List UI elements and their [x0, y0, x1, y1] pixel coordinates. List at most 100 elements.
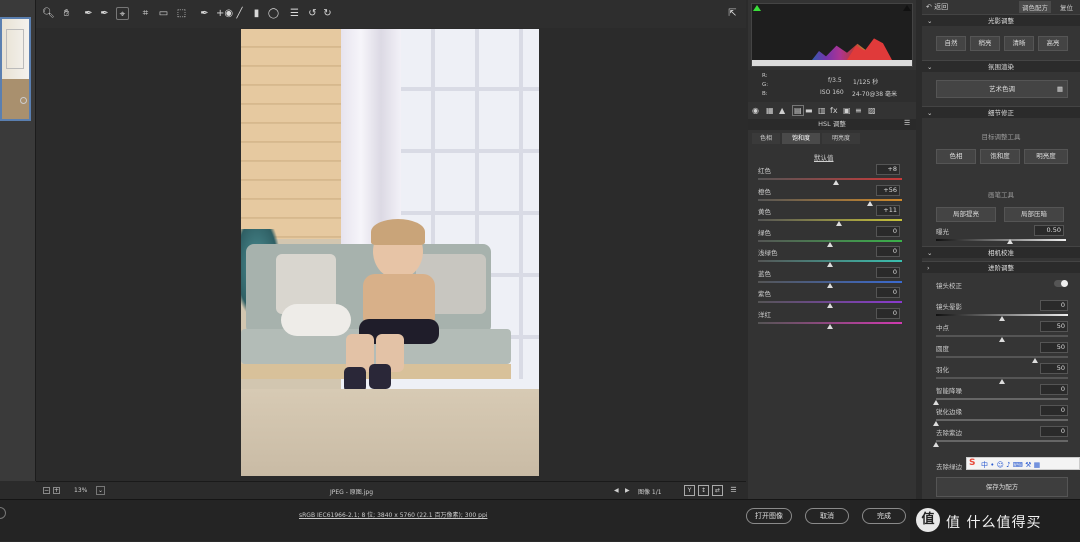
hsl-slider-knob[interactable]	[827, 303, 833, 308]
lens-correction-toggle[interactable]	[1054, 280, 1068, 287]
preset-brighter-button[interactable]: 稍亮	[970, 36, 1000, 51]
advanced-slider[interactable]	[936, 356, 1068, 358]
swap-icon[interactable]: ⇄	[712, 485, 723, 496]
done-button[interactable]: 完成	[862, 508, 906, 524]
advanced-value[interactable]: 50	[1040, 321, 1068, 332]
advanced-slider[interactable]	[936, 419, 1068, 421]
target-hue-button[interactable]: 色相	[936, 149, 976, 164]
advanced-value[interactable]: 0	[1040, 300, 1068, 311]
light-section-header[interactable]: ⌄ 光影调整	[922, 14, 1080, 26]
red-eye-icon[interactable]: +◉	[216, 7, 233, 20]
zoom-dropdown-icon[interactable]: ⌄	[96, 486, 105, 495]
radial-filter-icon[interactable]: ◯	[267, 7, 280, 20]
presets-icon[interactable]: ≡	[855, 106, 862, 115]
exposure-value[interactable]: 0.50	[1034, 225, 1064, 236]
advanced-value[interactable]: 50	[1040, 342, 1068, 353]
workflow-info-link[interactable]: sRGB IEC61966-2.1; 8 位; 3840 x 5760 (22.…	[299, 510, 487, 519]
rotate-ccw-icon[interactable]: ↺	[306, 7, 319, 20]
hsl-slider-knob[interactable]	[832, 180, 839, 185]
prev-image-icon[interactable]: ◀	[614, 487, 619, 494]
tab-hue[interactable]: 色相	[752, 133, 780, 144]
hsl-slider[interactable]	[758, 178, 902, 180]
hsl-value[interactable]: +56	[876, 184, 900, 196]
transform-icon[interactable]: ⬚	[175, 7, 188, 20]
preset-natural-button[interactable]: 自然	[936, 36, 966, 51]
camera-cal-header[interactable]: ⌄ 相机校准	[922, 246, 1080, 258]
advanced-value[interactable]: 50	[1040, 363, 1068, 374]
fullscreen-icon[interactable]: ⇱	[726, 7, 739, 20]
shadow-clip-icon[interactable]	[753, 5, 761, 11]
advanced-slider-knob[interactable]	[999, 337, 1005, 342]
compare-icon[interactable]: ↕	[698, 485, 709, 496]
atmosphere-section-header[interactable]: ⌄ 氛围渲染	[922, 60, 1080, 72]
exposure-slider-knob[interactable]	[1007, 239, 1013, 244]
hsl-menu-icon[interactable]: ☰	[904, 119, 910, 127]
tone-curve-icon[interactable]: ▦	[766, 106, 774, 115]
tab-saturation[interactable]: 饱和度	[782, 133, 820, 144]
rotate-cw-icon[interactable]: ↻	[321, 7, 334, 20]
art-tone-button[interactable]: 艺术色调 ▦	[936, 80, 1068, 98]
target-luminance-button[interactable]: 明亮度	[1024, 149, 1068, 164]
exposure-slider[interactable]	[936, 239, 1066, 241]
cancel-button[interactable]: 取消	[805, 508, 849, 524]
zoom-level[interactable]: 13%	[74, 487, 87, 494]
hsl-value[interactable]: +8	[876, 164, 900, 175]
hsl-slider[interactable]	[758, 198, 902, 201]
hsl-slider-knob[interactable]	[835, 221, 842, 226]
split-toning-icon[interactable]: ▬	[805, 106, 813, 115]
advanced-value[interactable]: 0	[1040, 426, 1068, 437]
target-saturation-button[interactable]: 饱和度	[980, 149, 1020, 164]
hsl-slider-knob[interactable]	[827, 282, 833, 288]
reset-button[interactable]: 复位	[1060, 2, 1073, 12]
advanced-slider-knob[interactable]	[999, 379, 1005, 384]
graduated-filter-icon[interactable]: ▮	[250, 7, 263, 20]
hsl-value[interactable]: 0	[876, 246, 900, 257]
spot-removal-icon[interactable]: ✒︎	[198, 7, 211, 20]
next-image-icon[interactable]: ▶	[625, 487, 630, 494]
hsl-panel-icon[interactable]: ▤	[792, 105, 804, 116]
back-button[interactable]: ↶ 返回	[926, 2, 948, 12]
advanced-slider-knob[interactable]	[933, 442, 939, 447]
open-image-button[interactable]: 打开图像	[746, 508, 792, 524]
info-link-icon[interactable]	[0, 507, 6, 519]
preset-clear-button[interactable]: 清晰	[1004, 36, 1034, 51]
effects-icon[interactable]: fx	[830, 106, 838, 115]
advanced-value[interactable]: 0	[1040, 384, 1068, 395]
thumbnail-image[interactable]	[0, 17, 31, 121]
hsl-slider-knob[interactable]	[827, 323, 833, 329]
zoom-in-button[interactable]: +	[53, 487, 60, 494]
brush-icon[interactable]: ╱	[233, 7, 246, 20]
hsl-value[interactable]: 0	[876, 225, 900, 237]
hsl-slider[interactable]	[758, 219, 902, 221]
default-link[interactable]: 默认值	[814, 152, 834, 162]
preset-highlight-button[interactable]: 高亮	[1038, 36, 1068, 51]
advanced-slider[interactable]	[936, 440, 1068, 442]
settings-icon[interactable]: ☰	[728, 485, 739, 496]
hsl-value[interactable]: +11	[876, 205, 900, 216]
advanced-slider-knob[interactable]	[933, 400, 939, 405]
hsl-slider-knob[interactable]	[827, 262, 833, 267]
crop-icon[interactable]: ⌗	[139, 7, 152, 20]
advanced-slider[interactable]	[936, 398, 1068, 400]
target-adjust-icon[interactable]: ⌖	[116, 7, 129, 20]
zoom-icon[interactable]: 🔍︎	[42, 7, 55, 20]
advanced-slider-knob[interactable]	[999, 316, 1005, 321]
view-y-icon[interactable]: Y	[684, 485, 695, 496]
hand-icon[interactable]: ✋︎	[60, 7, 73, 20]
advanced-header[interactable]: › 进阶调整	[922, 261, 1080, 273]
save-recipe-button[interactable]: 保存为配方	[936, 477, 1068, 497]
local-darken-button[interactable]: 局部压暗	[1004, 207, 1064, 222]
preferences-icon[interactable]: ☰	[288, 7, 301, 20]
white-balance-icon[interactable]: ✒︎	[82, 7, 95, 20]
hsl-slider-knob[interactable]	[827, 241, 833, 247]
preview-photo[interactable]	[241, 29, 539, 476]
hsl-value[interactable]: 0	[876, 307, 900, 319]
color-sampler-icon[interactable]: ✒︎	[98, 7, 111, 20]
straighten-icon[interactable]: ▭	[157, 7, 170, 20]
snapshots-icon[interactable]: ▨	[868, 106, 876, 115]
advanced-value[interactable]: 0	[1040, 405, 1068, 416]
tab-luminance[interactable]: 明亮度	[822, 133, 860, 144]
advanced-slider-knob[interactable]	[1032, 358, 1038, 363]
local-brighten-button[interactable]: 局部提亮	[936, 207, 996, 222]
basic-panel-icon[interactable]: ◉	[752, 106, 759, 115]
